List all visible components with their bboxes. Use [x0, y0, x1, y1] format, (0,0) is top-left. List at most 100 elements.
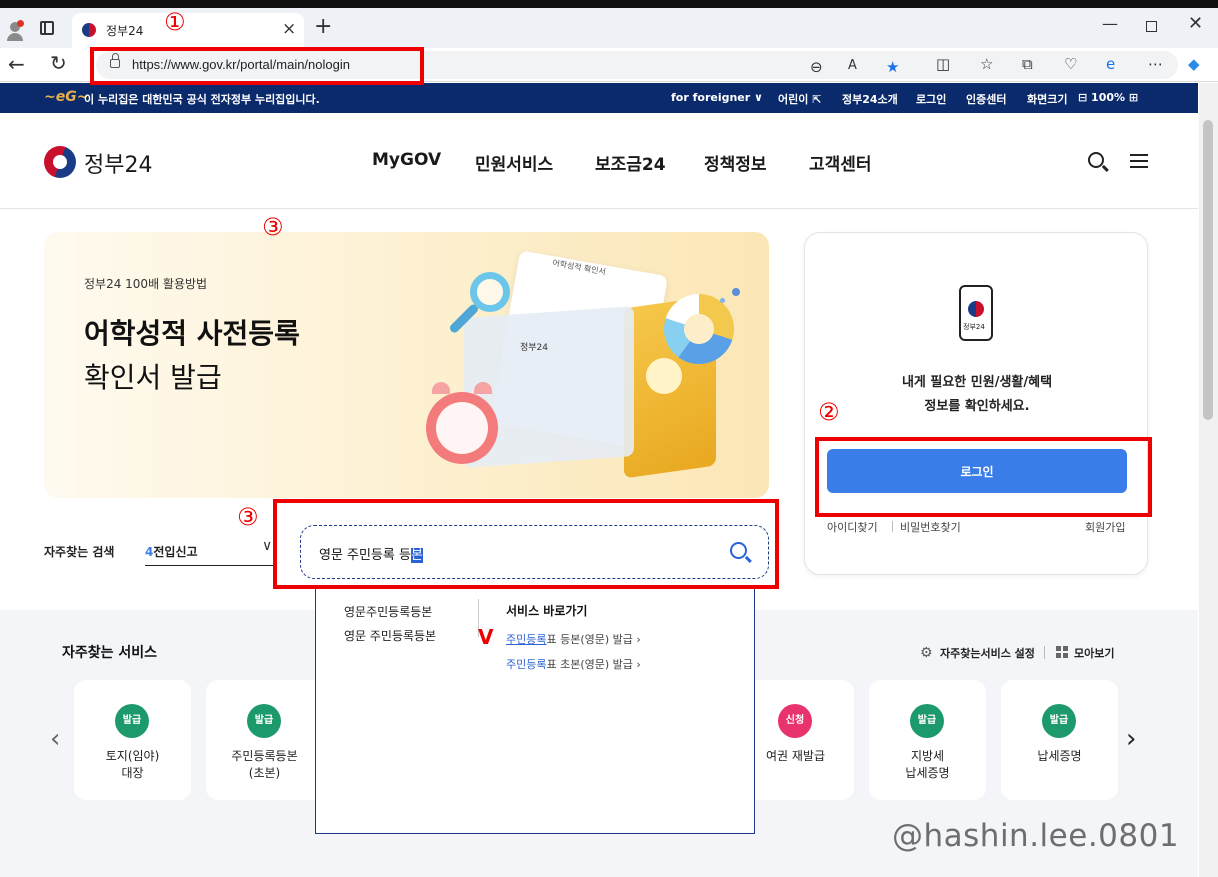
menu-mygov[interactable]: MyGOV — [372, 150, 441, 170]
login-message-line2: 정보를 확인하세요. — [924, 399, 1030, 414]
find-id-link[interactable]: 아이디찾기 — [827, 519, 878, 535]
document-logo-text: 정부24 — [520, 343, 549, 353]
annotation-box-url — [90, 47, 424, 85]
annotation-circle-1: ① — [164, 8, 186, 36]
banner-title: 어학성적 사전등록 — [84, 317, 300, 350]
annotation-box-search — [273, 499, 779, 589]
service-name: 지방세 납세증명 — [905, 749, 950, 780]
brand-name[interactable]: 정부24 — [84, 147, 152, 179]
service-name: 토지(임야) 대장 — [105, 749, 160, 780]
window-top-edge — [0, 0, 1218, 8]
back-button[interactable]: ← — [8, 52, 25, 76]
chevron-down-icon[interactable]: ∨ — [262, 538, 272, 554]
gov-notice-text: 이 누리집은 대한민국 공식 전자정부 누리집입니다. — [84, 93, 320, 106]
bubble-dot — [732, 288, 740, 296]
menu-customer-center[interactable]: 고객센터 — [809, 150, 872, 175]
service-card[interactable]: 발급 주민등록등본 (초본) — [206, 680, 323, 800]
new-tab-button[interactable]: + — [314, 14, 332, 39]
suggestion-item[interactable]: 영문 주민등록등본 — [344, 627, 436, 644]
more-icon[interactable]: ⋯ — [1148, 55, 1163, 73]
link-divider — [892, 521, 893, 532]
read-aloud-icon[interactable]: A — [848, 58, 857, 73]
service-name: 납세증명 — [1037, 749, 1082, 763]
collections-icon[interactable]: ⧉ — [1022, 55, 1033, 73]
shortcut-link-text: 표 초본(영문) 발급 › — [546, 658, 641, 671]
minimize-button[interactable]: — — [1102, 14, 1118, 33]
gov24-favicon-icon — [82, 23, 96, 37]
top-login-link[interactable]: 로그인 — [916, 91, 946, 107]
frequent-search-select[interactable]: 4전입신고 — [145, 543, 198, 560]
annotation-box-login — [815, 437, 1152, 517]
extensions-icon[interactable]: ♡ — [1064, 55, 1077, 73]
service-badge: 발급 — [247, 704, 281, 738]
promo-banner[interactable]: 정부24 100배 활용방법 어학성적 사전등록 확인서 발급 어학성적 확인서… — [44, 232, 769, 498]
scrollbar-thumb[interactable] — [1203, 120, 1213, 420]
banner-subtitle: 정부24 100배 활용방법 — [84, 277, 208, 291]
cert-center-link[interactable]: 인증센터 — [966, 91, 1006, 107]
gov24-logo-icon[interactable] — [44, 146, 76, 178]
favorite-star-icon[interactable]: ★ — [886, 58, 899, 76]
split-screen-icon[interactable]: ◫ — [936, 55, 950, 73]
zoom-control[interactable]: ⊟ 100% ⊞ — [1078, 91, 1138, 104]
menu-subsidy[interactable]: 보조금24 — [595, 150, 666, 175]
gov-emblem-icon: ~eG~ — [44, 89, 89, 105]
service-card[interactable]: 발급 지방세 납세증명 — [869, 680, 986, 800]
service-card[interactable]: 발급 토지(임야) 대장 — [74, 680, 191, 800]
zoom-out-icon[interactable]: ⊖ — [810, 58, 823, 76]
shortcut-title: 서비스 바로가기 — [506, 604, 588, 618]
phone-icon: 정부24 — [959, 285, 993, 341]
menu-civil-service[interactable]: 민원서비스 — [475, 150, 553, 175]
bubble-dot — [720, 298, 725, 303]
phone-logo-icon — [968, 301, 984, 317]
reload-button[interactable]: ↻ — [50, 51, 67, 75]
carousel-next-icon[interactable]: › — [1126, 724, 1136, 754]
shortcut-link-highlight: 주민등록 — [506, 658, 547, 671]
service-badge: 발급 — [910, 704, 944, 738]
view-all-link[interactable]: 모아보기 — [1074, 645, 1114, 661]
suggestion-item[interactable]: 영문주민등록등본 — [344, 603, 432, 620]
service-card[interactable]: 발급 납세증명 — [1001, 680, 1118, 800]
shortcut-link-register-copy[interactable]: 주민등록표 등본(영문) 발급 › — [506, 631, 641, 647]
menu-policy[interactable]: 정책정보 — [704, 150, 767, 175]
tab-close-icon[interactable]: × — [282, 19, 296, 39]
header-search-icon[interactable] — [1088, 152, 1104, 168]
for-foreigner-link[interactable]: for foreigner ∨ — [671, 91, 763, 104]
find-password-link[interactable]: 비밀번호찾기 — [900, 519, 961, 535]
grid-icon[interactable] — [1056, 646, 1068, 658]
copilot-icon[interactable]: ◆ — [1188, 55, 1200, 73]
header-divider — [0, 208, 1198, 209]
gear-icon[interactable]: ⚙ — [920, 645, 933, 661]
magnifier-icon — [470, 272, 510, 312]
tab-actions-icon[interactable] — [40, 21, 54, 35]
profile-icon[interactable] — [6, 20, 24, 41]
signup-link[interactable]: 회원가입 — [1085, 519, 1125, 535]
search-suggestions-dropdown: 영문주민등록등본 영문 주민등록등본 서비스 바로가기 주민등록표 등본(영문)… — [315, 588, 755, 834]
hamburger-menu-icon[interactable] — [1130, 154, 1148, 168]
v-check-mark: V — [478, 625, 494, 649]
edge-icon[interactable]: e — [1106, 55, 1115, 73]
zoom-label: 화면크기 — [1027, 93, 1068, 106]
phone-label: 정부24 — [963, 323, 985, 331]
services-settings-link[interactable]: 자주찾는서비스 설정 — [940, 645, 1035, 661]
close-window-button[interactable]: ✕ — [1188, 13, 1203, 34]
avatar-illustration — [646, 358, 682, 394]
annotation-circle-3: ③ — [237, 503, 259, 531]
services-divider — [1044, 646, 1045, 659]
frequent-services-title: 자주찾는 서비스 — [62, 645, 158, 661]
login-message: 내게 필요한 민원/생활/혜택 — [901, 375, 1053, 390]
tab-gov24[interactable]: 정부24 × — [72, 13, 304, 48]
kids-link[interactable]: 어린이 ⇱ — [778, 91, 821, 107]
maximize-button[interactable] — [1146, 21, 1157, 32]
shortcut-link-text: 표 등본(영문) 발급 › — [546, 633, 641, 646]
favorites-icon[interactable]: ☆ — [980, 55, 993, 73]
watermark-text: @hashin.lee.0801 — [892, 818, 1180, 854]
frequent-search-label: 자주찾는 검색 — [44, 545, 115, 559]
donut-chart-icon — [664, 294, 734, 364]
gov-notice-bar: ~eG~ 이 누리집은 대한민국 공식 전자정부 누리집입니다. for for… — [0, 83, 1198, 113]
about-link[interactable]: 정부24소개 — [842, 91, 898, 107]
carousel-prev-icon[interactable]: ‹ — [50, 724, 60, 754]
shortcut-link-register-abstract[interactable]: 주민등록표 초본(영문) 발급 › — [506, 656, 641, 672]
tab-title: 정부24 — [106, 24, 144, 38]
service-badge: 신청 — [778, 704, 812, 738]
banner-title-line2: 확인서 발급 — [84, 361, 222, 394]
